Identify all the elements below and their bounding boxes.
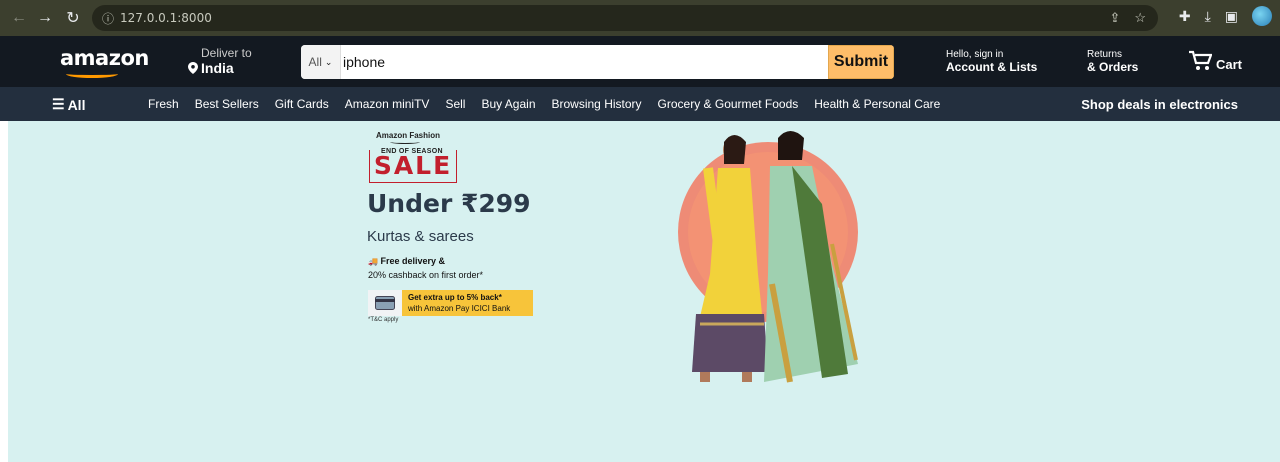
- nav-link-sell[interactable]: Sell: [445, 97, 465, 111]
- hamburger-icon: ☰: [52, 96, 65, 112]
- side-panel-icon[interactable]: ▣: [1225, 8, 1238, 25]
- address-bar[interactable]: ⓘ 127.0.0.1:8000 ⇪ ☆: [92, 5, 1158, 31]
- deliver-to[interactable]: Deliver to India: [188, 46, 252, 76]
- price-headline: Under ₹299: [367, 189, 531, 218]
- nav-link-grocery[interactable]: Grocery & Gourmet Foods: [658, 97, 799, 111]
- chevron-down-icon: ⌄: [324, 56, 333, 67]
- cart-label: Cart: [1216, 57, 1243, 72]
- account-lists[interactable]: Hello, sign in Account & Lists: [946, 49, 1037, 74]
- truck-icon: 🚚: [368, 257, 378, 266]
- fashion-models-image: [678, 131, 858, 383]
- nav-link-minitv[interactable]: Amazon miniTV: [345, 97, 430, 111]
- nav-link-buy-again[interactable]: Buy Again: [481, 97, 535, 111]
- delivery-perk: 🚚 Free delivery &: [368, 256, 446, 266]
- search-input[interactable]: [341, 45, 828, 79]
- hero-banner[interactable]: [8, 121, 1280, 462]
- bank-offer-strip: Get extra up to 5% back* with Amazon Pay…: [368, 290, 533, 316]
- all-menu-button[interactable]: ☰ All: [52, 96, 85, 113]
- nav-link-best-sellers[interactable]: Best Sellers: [195, 97, 259, 111]
- browser-toolbar: ← → ↻ ⓘ 127.0.0.1:8000 ⇪ ☆ ✚ ⤓ ▣: [0, 0, 1280, 36]
- nav-link-gift-cards[interactable]: Gift Cards: [275, 97, 329, 111]
- extensions-icon[interactable]: ✚: [1179, 8, 1191, 25]
- site-info-icon[interactable]: ⓘ: [102, 10, 120, 27]
- credit-card-icon: [368, 290, 402, 316]
- url-text: 127.0.0.1:8000: [120, 11, 212, 25]
- search-submit-button[interactable]: Submit: [828, 45, 894, 79]
- bookmark-star-icon[interactable]: ☆: [1134, 10, 1146, 26]
- profile-avatar[interactable]: [1252, 6, 1272, 26]
- cart-button[interactable]: Cart: [1188, 50, 1242, 72]
- site-header: amazon Deliver to India All ⌄ Submit Hel…: [0, 36, 1280, 87]
- deliver-label: Deliver to: [201, 46, 252, 60]
- cashback-perk: 20% cashback on first order*: [368, 270, 484, 280]
- nav-links: Fresh Best Sellers Gift Cards Amazon min…: [148, 97, 940, 111]
- amazon-fashion-logo: Amazon Fashion: [376, 131, 441, 140]
- deliver-location: India: [201, 60, 234, 76]
- nav-link-health[interactable]: Health & Personal Care: [814, 97, 940, 111]
- back-icon[interactable]: ←: [6, 5, 32, 31]
- sub-navigation: ☰ All Fresh Best Sellers Gift Cards Amaz…: [0, 87, 1280, 121]
- cart-icon: [1189, 50, 1212, 70]
- search-bar: All ⌄ Submit: [301, 45, 894, 79]
- sale-badge: SALE: [369, 150, 457, 183]
- category-text: Kurtas & sarees: [367, 228, 474, 245]
- returns-orders[interactable]: Returns & Orders: [1087, 49, 1138, 74]
- amazon-logo[interactable]: amazon: [60, 46, 149, 70]
- reload-icon[interactable]: ↻: [60, 5, 86, 31]
- forward-icon[interactable]: →: [32, 5, 58, 31]
- fashion-smile-icon: [390, 140, 420, 144]
- download-icon[interactable]: ⤓: [1205, 8, 1211, 25]
- terms-note: *T&C apply: [368, 317, 399, 323]
- share-icon[interactable]: ⇪: [1109, 10, 1120, 26]
- shop-deals-link[interactable]: Shop deals in electronics: [1081, 97, 1238, 112]
- nav-link-browsing-history[interactable]: Browsing History: [552, 97, 642, 111]
- location-pin-icon: [188, 62, 198, 74]
- logo-smile-icon: [66, 70, 118, 78]
- search-category-select[interactable]: All ⌄: [301, 45, 341, 79]
- nav-link-fresh[interactable]: Fresh: [148, 97, 179, 111]
